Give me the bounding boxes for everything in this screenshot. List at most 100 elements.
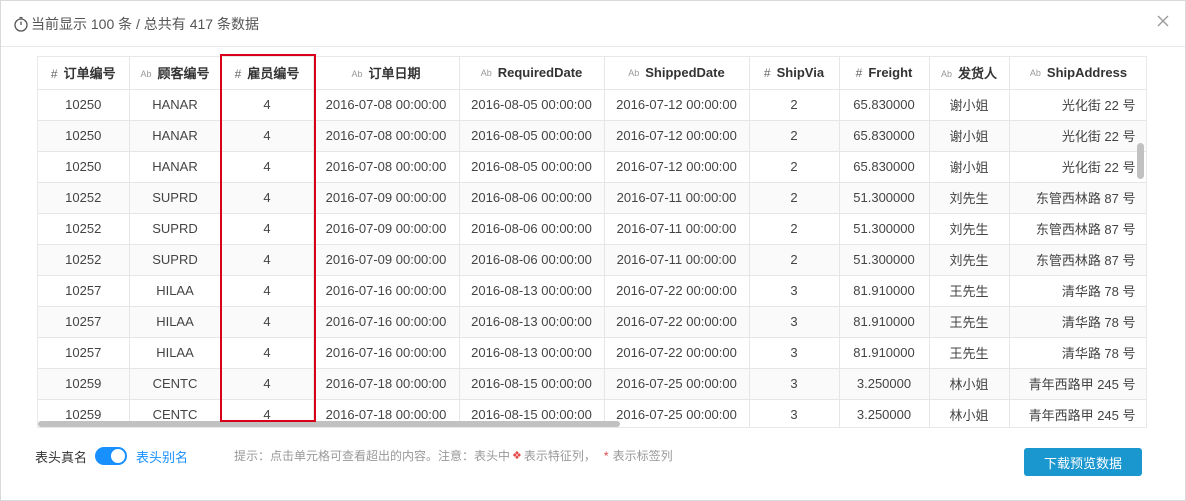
table-cell[interactable]: 3 [749, 275, 840, 307]
table-cell[interactable]: 2016-08-15 00:00:00 [459, 368, 605, 400]
table-cell[interactable]: 2016-08-13 00:00:00 [459, 275, 605, 307]
table-cell[interactable]: 光化街 22 号 [1009, 151, 1146, 183]
table-cell[interactable]: 2 [749, 244, 840, 276]
table-cell[interactable]: HILAA [129, 337, 222, 369]
table-cell[interactable]: 2016-07-12 00:00:00 [604, 120, 750, 152]
table-cell[interactable]: 4 [221, 89, 314, 121]
table-cell[interactable]: 光化街 22 号 [1009, 120, 1146, 152]
table-cell[interactable]: 81.910000 [839, 306, 930, 338]
table-cell[interactable]: HANAR [129, 89, 222, 121]
table-cell[interactable]: 王先生 [929, 306, 1010, 338]
table-cell[interactable]: 10250 [38, 120, 130, 152]
table-cell[interactable]: 10250 [38, 151, 130, 183]
table-cell[interactable]: 谢小姐 [929, 89, 1010, 121]
table-cell[interactable]: 2 [749, 89, 840, 121]
table-cell[interactable]: 4 [221, 337, 314, 369]
table-cell[interactable]: 2016-08-06 00:00:00 [459, 213, 605, 245]
table-cell[interactable]: 2016-08-05 00:00:00 [459, 120, 605, 152]
column-header[interactable]: Ab RequiredDate [459, 57, 605, 90]
table-cell[interactable]: 王先生 [929, 337, 1010, 369]
table-cell[interactable]: 2 [749, 120, 840, 152]
column-header[interactable]: Ab ShipAddress [1009, 57, 1146, 90]
horizontal-scrollbar[interactable] [38, 421, 620, 427]
table-cell[interactable]: SUPRD [129, 244, 222, 276]
table-cell[interactable]: 65.830000 [839, 120, 930, 152]
table-cell[interactable]: 2016-07-11 00:00:00 [604, 244, 750, 276]
table-cell[interactable]: 2016-08-05 00:00:00 [459, 89, 605, 121]
table-cell[interactable]: HILAA [129, 306, 222, 338]
table-cell[interactable]: 2016-08-06 00:00:00 [459, 244, 605, 276]
table-cell[interactable]: 谢小姐 [929, 120, 1010, 152]
column-header[interactable]: # 订单编号 [38, 57, 130, 90]
table-cell[interactable]: 4 [221, 306, 314, 338]
table-cell[interactable]: 2016-08-13 00:00:00 [459, 337, 605, 369]
table-cell[interactable]: 2016-07-18 00:00:00 [313, 368, 460, 400]
table-cell[interactable]: 2 [749, 151, 840, 183]
table-cell[interactable]: 2016-07-22 00:00:00 [604, 306, 750, 338]
table-cell[interactable]: 东管西林路 87 号 [1009, 213, 1146, 245]
table-cell[interactable]: CENTC [129, 368, 222, 400]
table-cell[interactable]: 2016-07-08 00:00:00 [313, 120, 460, 152]
table-cell[interactable]: 3 [749, 306, 840, 338]
table-cell[interactable]: 10250 [38, 89, 130, 121]
table-cell[interactable]: 10257 [38, 337, 130, 369]
table-cell[interactable]: 东管西林路 87 号 [1009, 244, 1146, 276]
table-cell[interactable]: 81.910000 [839, 337, 930, 369]
column-header[interactable]: # 雇员编号 [221, 57, 314, 90]
table-cell[interactable]: 81.910000 [839, 275, 930, 307]
table-cell[interactable]: 2016-07-09 00:00:00 [313, 213, 460, 245]
table-cell[interactable]: 4 [221, 151, 314, 183]
table-cell[interactable]: SUPRD [129, 182, 222, 214]
table-cell[interactable]: HANAR [129, 120, 222, 152]
close-icon[interactable] [1157, 14, 1169, 32]
table-cell[interactable]: 4 [221, 244, 314, 276]
table-cell[interactable]: 2016-07-16 00:00:00 [313, 306, 460, 338]
table-cell[interactable]: 2016-07-25 00:00:00 [604, 368, 750, 400]
table-cell[interactable]: 青年西路甲 245 号 [1009, 368, 1146, 400]
table-cell[interactable]: 清华路 78 号 [1009, 306, 1146, 338]
table-cell[interactable]: 3 [749, 337, 840, 369]
download-preview-button[interactable]: 下载预览数据 [1024, 448, 1142, 476]
table-cell[interactable]: 2016-07-22 00:00:00 [604, 337, 750, 369]
table-cell[interactable]: 10259 [38, 368, 130, 400]
table-cell[interactable]: 谢小姐 [929, 151, 1010, 183]
table-cell[interactable]: 2016-08-05 00:00:00 [459, 151, 605, 183]
table-cell[interactable]: 10252 [38, 244, 130, 276]
column-header[interactable]: Ab 订单日期 [313, 57, 460, 90]
table-cell[interactable]: 10252 [38, 182, 130, 214]
table-cell[interactable]: 2 [749, 182, 840, 214]
column-header[interactable]: Ab 发货人 [929, 57, 1010, 90]
table-cell[interactable]: 2016-07-11 00:00:00 [604, 213, 750, 245]
column-header[interactable]: # ShipVia [749, 57, 840, 90]
table-cell[interactable]: 2016-07-08 00:00:00 [313, 89, 460, 121]
table-cell[interactable]: 4 [221, 275, 314, 307]
table-cell[interactable]: 2016-07-12 00:00:00 [604, 151, 750, 183]
column-header[interactable]: # Freight [839, 57, 930, 90]
table-cell[interactable]: 刘先生 [929, 244, 1010, 276]
table-cell[interactable]: 东管西林路 87 号 [1009, 182, 1146, 214]
table-cell[interactable]: 清华路 78 号 [1009, 275, 1146, 307]
column-header[interactable]: Ab 顾客编号 [129, 57, 222, 90]
table-cell[interactable]: 2016-08-06 00:00:00 [459, 182, 605, 214]
table-cell[interactable]: HANAR [129, 151, 222, 183]
table-cell[interactable]: 2016-07-12 00:00:00 [604, 89, 750, 121]
table-cell[interactable]: 刘先生 [929, 182, 1010, 214]
table-cell[interactable]: 10257 [38, 275, 130, 307]
table-cell[interactable]: 4 [221, 120, 314, 152]
table-cell[interactable]: 2016-07-08 00:00:00 [313, 151, 460, 183]
table-cell[interactable]: 2016-07-22 00:00:00 [604, 275, 750, 307]
table-cell[interactable]: 4 [221, 368, 314, 400]
table-cell[interactable]: 4 [221, 182, 314, 214]
table-cell[interactable]: 王先生 [929, 275, 1010, 307]
table-cell[interactable]: 51.300000 [839, 244, 930, 276]
table-cell[interactable]: 林小姐 [929, 368, 1010, 400]
data-preview-table-container[interactable]: # 订单编号 Ab 顾客编号 # 雇员编号 Ab 订单日期 Ab RequiredDate Ab Sh… [37, 56, 1147, 428]
column-header[interactable]: Ab ShippedDate [604, 57, 750, 90]
table-cell[interactable]: 10252 [38, 213, 130, 245]
table-cell[interactable]: 65.830000 [839, 151, 930, 183]
vertical-scrollbar[interactable] [1137, 143, 1144, 179]
table-cell[interactable]: 2016-07-16 00:00:00 [313, 337, 460, 369]
table-cell[interactable]: 2016-07-16 00:00:00 [313, 275, 460, 307]
table-cell[interactable]: 清华路 78 号 [1009, 337, 1146, 369]
table-cell[interactable]: 2016-07-11 00:00:00 [604, 182, 750, 214]
